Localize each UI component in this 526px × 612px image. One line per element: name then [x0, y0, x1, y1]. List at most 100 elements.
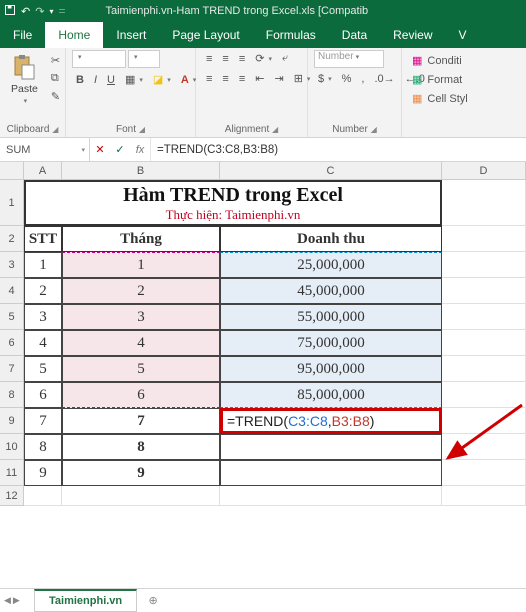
cell[interactable]	[442, 252, 526, 278]
cell[interactable]	[442, 356, 526, 382]
cell-thang[interactable]: 5	[62, 356, 220, 382]
cell-stt[interactable]: 3	[24, 304, 62, 330]
border-button[interactable]: ▦	[121, 71, 147, 88]
cell[interactable]	[442, 434, 526, 460]
cell-stt[interactable]: 2	[24, 278, 62, 304]
cell[interactable]	[442, 486, 526, 506]
cell[interactable]	[24, 486, 62, 506]
cell[interactable]	[442, 460, 526, 486]
col-head-d[interactable]: D	[442, 162, 526, 180]
align-middle-icon[interactable]: ≡	[218, 51, 232, 67]
cell-dt[interactable]: 45,000,000	[220, 278, 442, 304]
tab-file[interactable]: File	[0, 22, 45, 48]
row-head[interactable]: 10	[0, 434, 24, 460]
cell[interactable]	[442, 382, 526, 408]
row-head[interactable]: 9	[0, 408, 24, 434]
number-launcher-icon[interactable]: ◢	[371, 125, 377, 134]
cell-thang[interactable]: 2	[62, 278, 220, 304]
number-format-select[interactable]: Number	[314, 50, 384, 68]
cancel-icon[interactable]: ✕	[90, 138, 110, 161]
cell-dt[interactable]: 25,000,000	[220, 252, 442, 278]
cell[interactable]	[442, 278, 526, 304]
copy-icon[interactable]: ⧉	[47, 70, 64, 87]
currency-icon[interactable]: $	[314, 71, 336, 87]
row-head[interactable]: 7	[0, 356, 24, 382]
row-head[interactable]: 11	[0, 460, 24, 486]
cell-dt[interactable]	[220, 460, 442, 486]
cell-thang[interactable]: 6	[62, 382, 220, 408]
cell-dt[interactable]: 85,000,000	[220, 382, 442, 408]
cell-stt[interactable]: 9	[24, 460, 62, 486]
worksheet-grid[interactable]: A B C D 1 Hàm TREND trong Excel Thực hiệ…	[0, 162, 526, 506]
align-center-icon[interactable]: ≡	[218, 71, 232, 87]
cell[interactable]	[442, 408, 526, 434]
cell-stt[interactable]: 7	[24, 408, 62, 434]
new-sheet-icon[interactable]: ⊕	[143, 591, 163, 611]
paste-button[interactable]: Paste	[6, 50, 43, 108]
col-head-b[interactable]: B	[62, 162, 220, 180]
align-bottom-icon[interactable]: ≡	[235, 51, 249, 67]
align-left-icon[interactable]: ≡	[202, 71, 216, 87]
formula-input[interactable]: =TREND(C3:C8,B3:B8)	[151, 144, 526, 156]
row-head[interactable]: 12	[0, 486, 24, 506]
sheet-nav-next-icon[interactable]: ▶	[13, 595, 20, 606]
format-painter-icon[interactable]: ✎	[47, 88, 64, 105]
fill-color-button[interactable]: ◪	[149, 71, 175, 88]
tab-home[interactable]: Home	[45, 22, 103, 48]
cell-styles-button[interactable]: ▦Cell Styl	[408, 90, 472, 107]
underline-button[interactable]: U	[103, 72, 119, 88]
cell-thang[interactable]: 7	[62, 408, 220, 434]
title-cell[interactable]: Hàm TREND trong Excel Thực hiện: Taimien…	[24, 180, 442, 226]
row-head[interactable]: 1	[0, 180, 24, 226]
bold-button[interactable]: B	[72, 72, 88, 88]
tab-page-layout[interactable]: Page Layout	[159, 22, 252, 48]
row-head[interactable]: 8	[0, 382, 24, 408]
tab-insert[interactable]: Insert	[103, 22, 159, 48]
tab-data[interactable]: Data	[329, 22, 380, 48]
col-head-c[interactable]: C	[220, 162, 442, 180]
cell-dt[interactable]: 75,000,000	[220, 330, 442, 356]
select-all-corner[interactable]	[0, 162, 24, 180]
italic-button[interactable]: I	[90, 72, 101, 88]
cell[interactable]	[62, 486, 220, 506]
alignment-launcher-icon[interactable]: ◢	[272, 125, 278, 134]
save-icon[interactable]	[4, 4, 16, 19]
cell-thang[interactable]: 1	[62, 252, 220, 278]
font-name-select[interactable]	[72, 50, 126, 68]
cell[interactable]	[442, 304, 526, 330]
qat-more-icon[interactable]: ▾	[49, 7, 53, 16]
align-right-icon[interactable]: ≡	[235, 71, 249, 87]
cell-dt[interactable]: 55,000,000	[220, 304, 442, 330]
conditional-formatting-button[interactable]: ▦Conditi	[408, 52, 466, 69]
header-doanhthu[interactable]: Doanh thu	[220, 226, 442, 252]
row-head[interactable]: 6	[0, 330, 24, 356]
row-head[interactable]: 3	[0, 252, 24, 278]
cell[interactable]	[442, 226, 526, 252]
row-head[interactable]: 5	[0, 304, 24, 330]
tab-view[interactable]: V	[446, 22, 480, 48]
tab-review[interactable]: Review	[380, 22, 445, 48]
header-stt[interactable]: STT	[24, 226, 62, 252]
cell-dt[interactable]	[220, 434, 442, 460]
name-box[interactable]: SUM	[0, 138, 90, 161]
cell-stt[interactable]: 1	[24, 252, 62, 278]
inc-decimal-icon[interactable]: .0→	[370, 71, 398, 87]
cell[interactable]	[442, 330, 526, 356]
cell-stt[interactable]: 6	[24, 382, 62, 408]
active-formula-cell[interactable]: =TREND(C3:C8,B3:B8)	[220, 408, 442, 434]
clipboard-launcher-icon[interactable]: ◢	[52, 125, 58, 134]
cell-dt[interactable]: 95,000,000	[220, 356, 442, 382]
sheet-nav-prev-icon[interactable]: ◀	[4, 595, 11, 606]
redo-icon[interactable]: ↷	[35, 5, 44, 18]
cell-thang[interactable]: 8	[62, 434, 220, 460]
font-size-select[interactable]	[128, 50, 160, 68]
format-as-table-button[interactable]: ▦Format	[408, 71, 466, 88]
comma-icon[interactable]: ,	[357, 71, 368, 87]
undo-icon[interactable]: ↶	[21, 5, 30, 18]
orientation-icon[interactable]: ⟳	[251, 50, 276, 67]
fx-icon[interactable]: fx	[130, 138, 150, 161]
cell-stt[interactable]: 4	[24, 330, 62, 356]
cut-icon[interactable]: ✂	[47, 52, 64, 69]
cell-thang[interactable]: 4	[62, 330, 220, 356]
align-top-icon[interactable]: ≡	[202, 51, 216, 67]
